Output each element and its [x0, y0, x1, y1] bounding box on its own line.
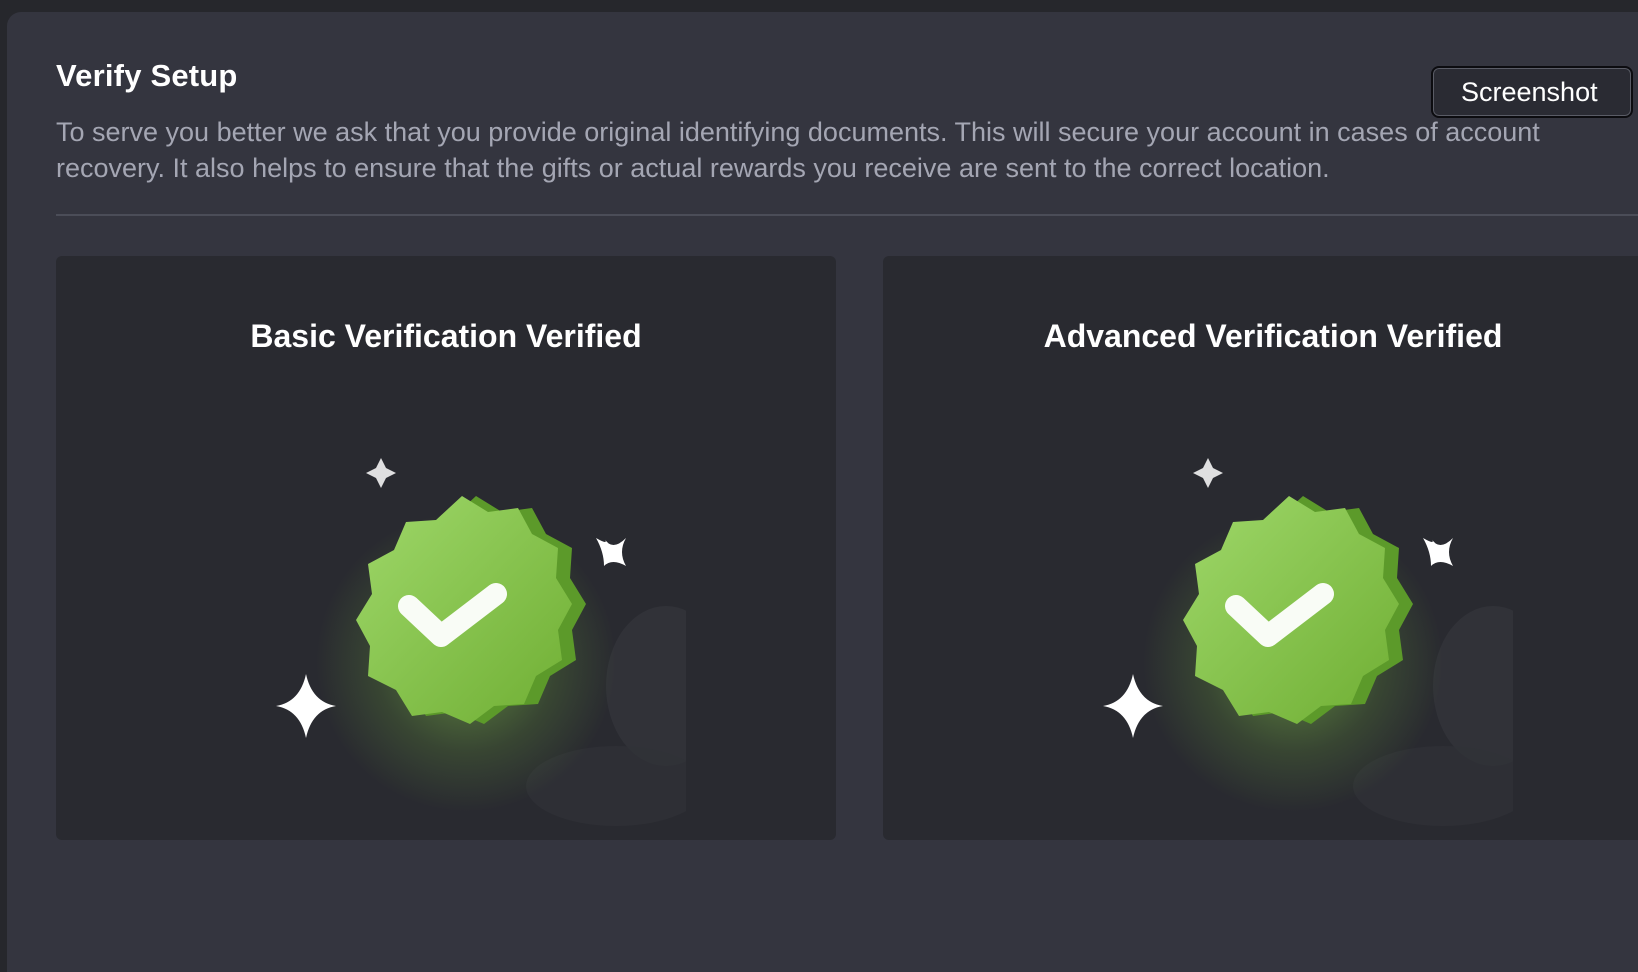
- page-description: To serve you better we ask that you prov…: [56, 117, 1540, 183]
- advanced-verification-card: Advanced Verification Verified: [883, 256, 1638, 840]
- page-title: Verify Setup: [56, 58, 238, 93]
- verify-setup-panel: Verify Setup To serve you better we ask …: [7, 12, 1638, 972]
- verified-badge-icon: [226, 426, 686, 840]
- divider: [56, 214, 1638, 216]
- card-title-advanced: Advanced Verification Verified: [1043, 318, 1503, 354]
- screenshot-button[interactable]: Screenshot: [1431, 66, 1633, 118]
- verified-badge-icon: [1053, 426, 1513, 840]
- card-title-basic: Basic Verification Verified: [250, 318, 642, 354]
- basic-verification-card: Basic Verification Verified: [56, 256, 836, 840]
